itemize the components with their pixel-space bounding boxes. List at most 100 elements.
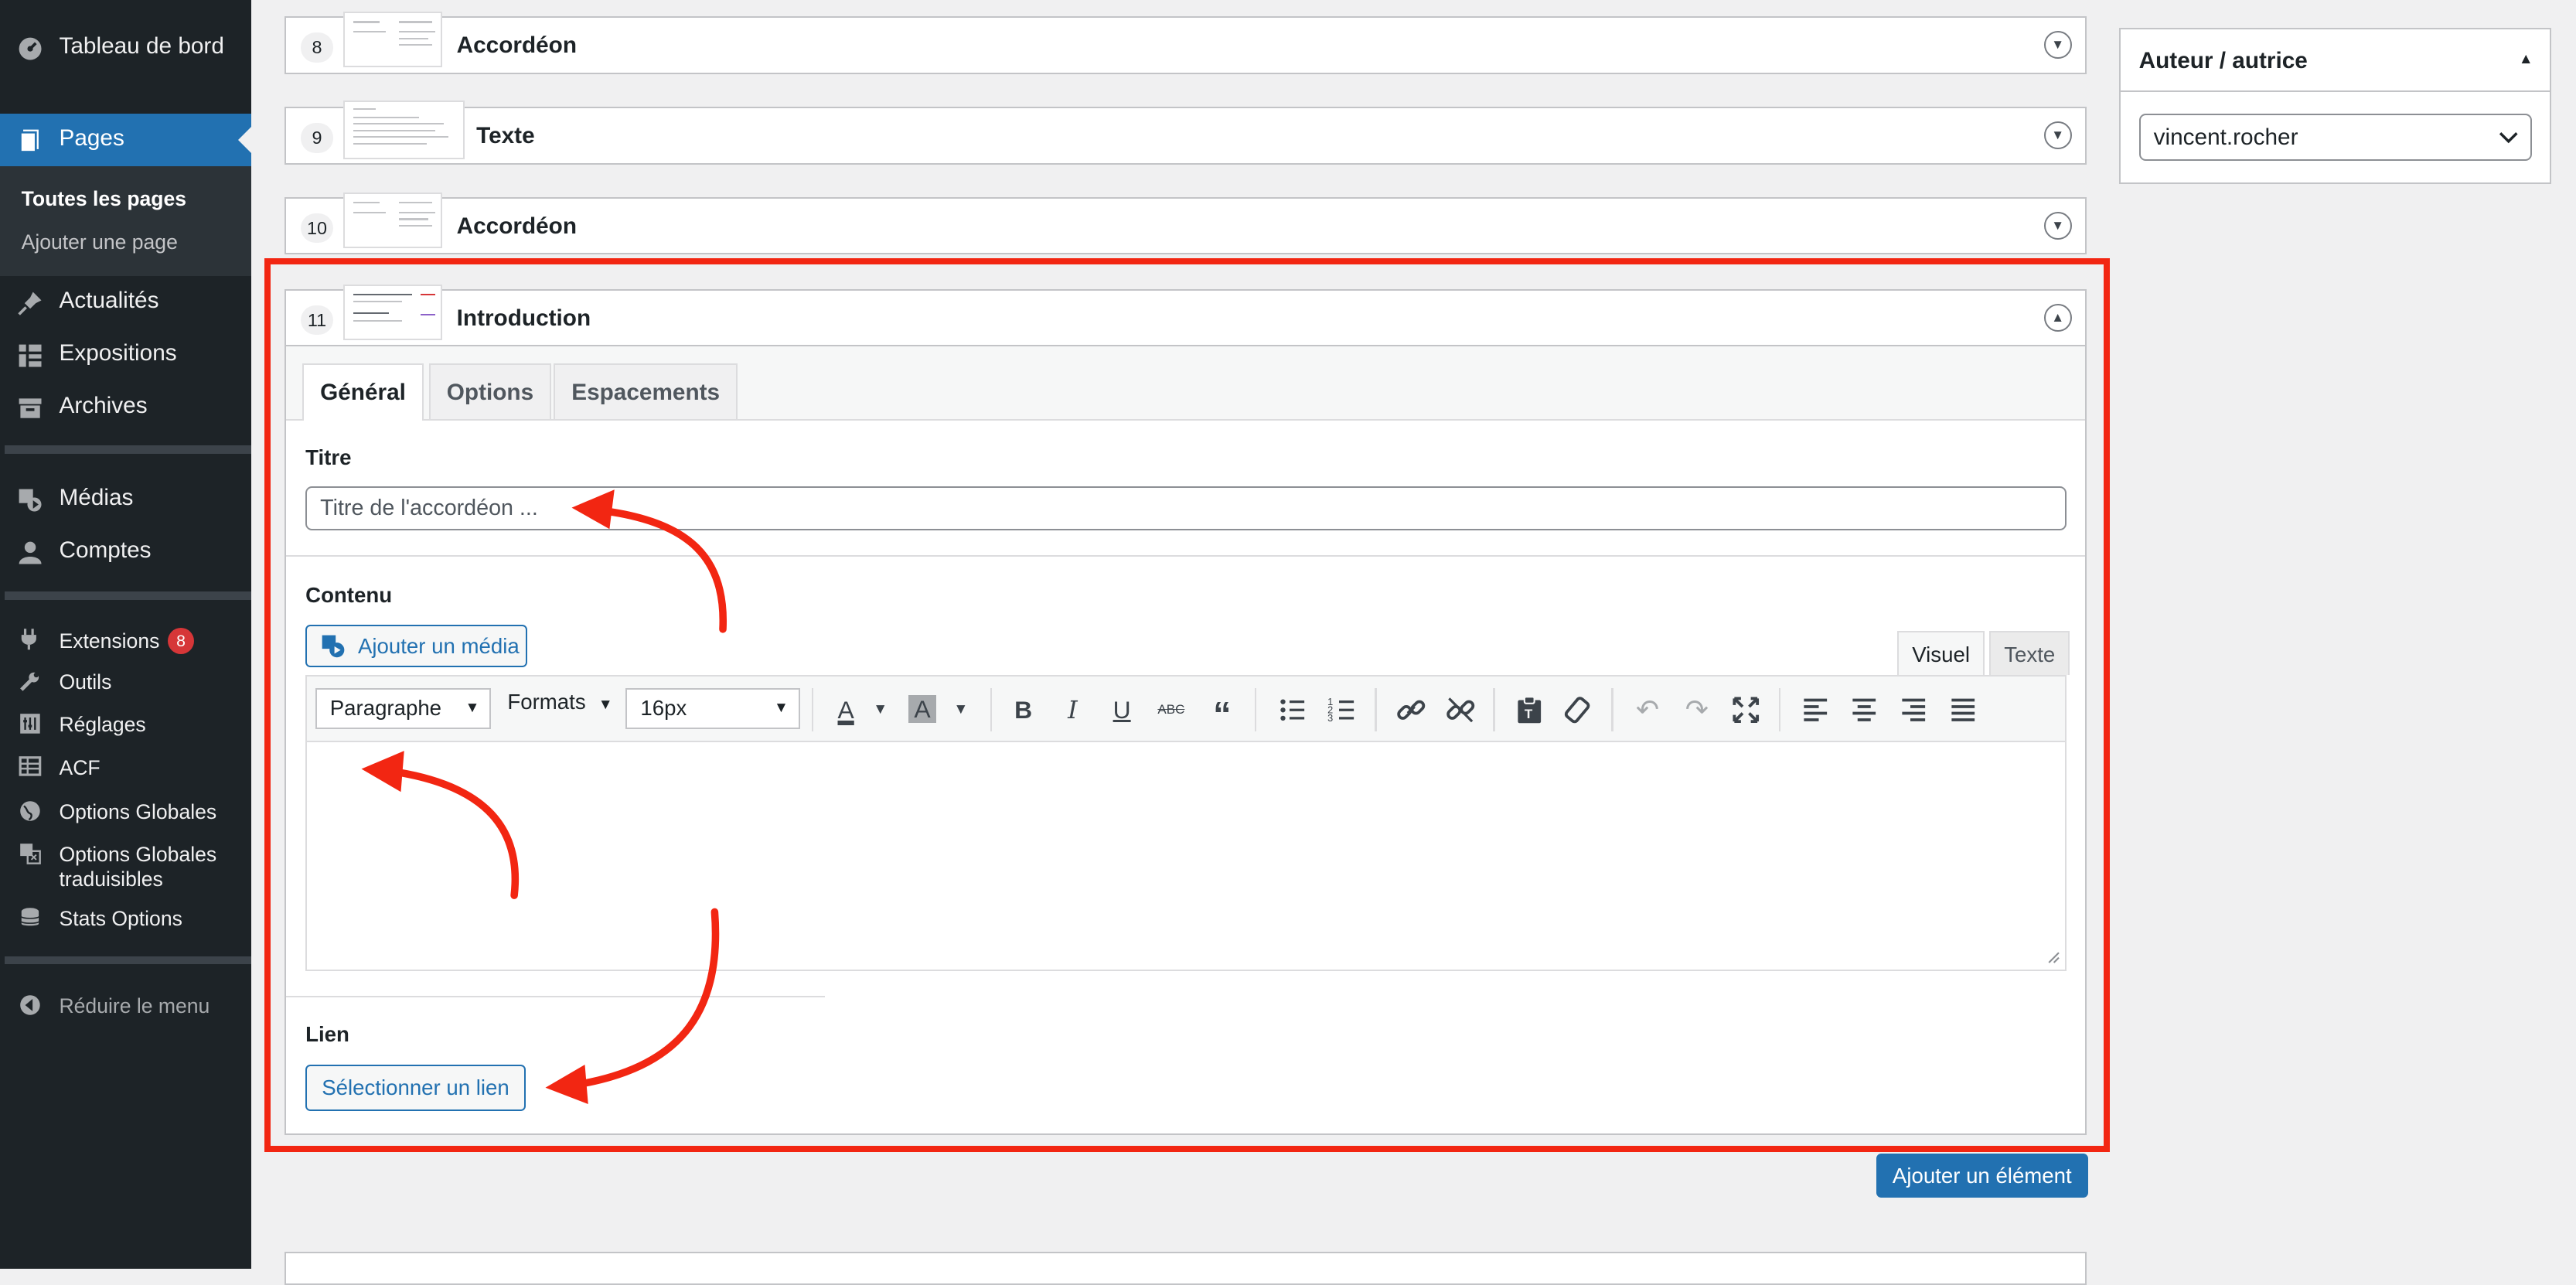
blockquote-icon[interactable]: “ bbox=[1206, 694, 1239, 735]
svg-text:T: T bbox=[1525, 707, 1533, 721]
title-field-label: Titre bbox=[305, 445, 352, 469]
menu-stats-options[interactable]: Stats Options bbox=[0, 897, 251, 939]
font-size-select[interactable]: 16px ▼ bbox=[625, 688, 800, 730]
menu-global-options-translatable[interactable]: Options Globales traduisibles bbox=[0, 833, 251, 898]
align-center-icon[interactable] bbox=[1848, 694, 1881, 727]
menu-dashboard[interactable]: Tableau de bord bbox=[0, 22, 251, 74]
formats-menu[interactable]: Formats ▼ bbox=[507, 690, 612, 714]
chevron-down-icon[interactable]: ▼ bbox=[2043, 212, 2072, 240]
layout-thumbnail bbox=[343, 100, 465, 159]
menu-separator bbox=[5, 956, 252, 965]
layout-thumbnail bbox=[343, 11, 442, 67]
add-element-button[interactable]: Ajouter un élément bbox=[1876, 1153, 2088, 1198]
layout-title: Accordéon bbox=[456, 213, 578, 240]
add-media-label: Ajouter un média bbox=[358, 634, 520, 659]
settings-sliders-icon bbox=[20, 714, 41, 734]
layout-order-number: 10 bbox=[300, 213, 334, 244]
editor-tab-text[interactable]: Texte bbox=[1989, 631, 2070, 676]
menu-accounts[interactable]: Comptes bbox=[0, 526, 251, 578]
chevron-down-icon bbox=[2499, 131, 2518, 143]
menu-tools[interactable]: Outils bbox=[0, 660, 251, 703]
add-media-button[interactable]: Ajouter un média bbox=[305, 624, 527, 667]
undo-icon[interactable]: ↶ bbox=[1631, 694, 1665, 727]
select-link-button[interactable]: Sélectionner un lien bbox=[305, 1065, 526, 1111]
chevron-up-icon[interactable]: ▲ bbox=[2043, 304, 2072, 332]
fullscreen-icon[interactable] bbox=[1729, 694, 1763, 727]
globe-icon bbox=[20, 800, 41, 821]
chevron-down-icon[interactable]: ▼ bbox=[2043, 121, 2072, 150]
layout-row[interactable]: 9 Texte ▼ bbox=[284, 100, 2087, 165]
menu-stats-options-label: Stats Options bbox=[59, 907, 182, 930]
layout-row[interactable]: 10 Accordéon ▼ bbox=[284, 192, 2087, 255]
menu-archives[interactable]: Archives bbox=[0, 381, 251, 434]
formats-menu-label: Formats bbox=[507, 690, 586, 714]
editor-tab-visual[interactable]: Visuel bbox=[1897, 631, 1985, 676]
align-justify-icon[interactable] bbox=[1947, 694, 1980, 727]
unlink-icon[interactable] bbox=[1444, 694, 1477, 727]
collapse-triangle-icon[interactable]: ▲ bbox=[2519, 51, 2533, 68]
bold-icon[interactable]: B bbox=[1007, 694, 1040, 727]
align-left-icon[interactable] bbox=[1799, 694, 1832, 727]
table-icon bbox=[19, 756, 42, 777]
author-select-value: vincent.rocher bbox=[2153, 124, 2298, 150]
menu-global-options[interactable]: Options Globales bbox=[0, 790, 251, 833]
block-format-select[interactable]: Paragraphe ▼ bbox=[315, 688, 492, 730]
submenu-add-page[interactable]: Ajouter une page bbox=[22, 230, 178, 254]
bullet-list-icon[interactable] bbox=[1276, 694, 1310, 727]
layout-order-number: 8 bbox=[300, 32, 334, 63]
title-input[interactable] bbox=[305, 486, 2067, 531]
link-icon[interactable] bbox=[1395, 694, 1428, 727]
layout-order-number: 9 bbox=[300, 123, 334, 153]
clear-formatting-icon[interactable] bbox=[1562, 694, 1596, 727]
pages-icon bbox=[19, 129, 39, 153]
layout-row-expanded-header[interactable]: 11 Introduction ▲ bbox=[284, 284, 2087, 347]
layout-title: Introduction bbox=[456, 305, 591, 332]
numbered-list-icon[interactable]: 123 bbox=[1326, 694, 1359, 727]
database-icon bbox=[21, 908, 40, 926]
underline-icon[interactable]: U bbox=[1106, 694, 1139, 727]
background-color-icon[interactable]: A bbox=[908, 694, 936, 723]
menu-expositions[interactable]: Expositions bbox=[0, 329, 251, 381]
collapse-menu-label: Réduire le menu bbox=[59, 994, 210, 1017]
menu-media[interactable]: Médias bbox=[0, 473, 251, 526]
caret-down-icon[interactable]: ▼ bbox=[945, 694, 978, 727]
align-right-icon[interactable] bbox=[1897, 694, 1930, 727]
caret-down-icon[interactable]: ▼ bbox=[864, 694, 898, 727]
menu-posts-label: Actualités bbox=[59, 287, 159, 313]
tab-spacings[interactable]: Espacements bbox=[554, 363, 738, 419]
submenu-all-pages[interactable]: Toutes les pages bbox=[22, 187, 186, 211]
layout-fields-panel: Général Options Espacements Titre Conten… bbox=[284, 346, 2087, 1136]
menu-dashboard-label: Tableau de bord bbox=[59, 32, 224, 59]
paste-text-icon[interactable]: T bbox=[1513, 694, 1546, 727]
menu-settings[interactable]: Réglages bbox=[0, 704, 251, 746]
menu-separator bbox=[5, 445, 252, 454]
menu-posts[interactable]: Actualités bbox=[0, 276, 251, 329]
menu-accounts-label: Comptes bbox=[59, 537, 152, 563]
tab-options[interactable]: Options bbox=[428, 363, 552, 419]
author-select[interactable]: vincent.rocher bbox=[2138, 113, 2532, 162]
pages-submenu: Toutes les pages Ajouter une page bbox=[0, 165, 252, 276]
author-metabox-header[interactable]: Auteur / autrice ▲ bbox=[2121, 29, 2550, 92]
collapse-menu-button[interactable]: Réduire le menu bbox=[0, 984, 251, 1027]
resize-handle-icon[interactable] bbox=[2046, 949, 2060, 964]
strikethrough-icon[interactable]: ABC bbox=[1155, 694, 1188, 727]
author-metabox: Auteur / autrice ▲ vincent.rocher bbox=[2119, 28, 2552, 184]
redo-icon[interactable]: ↷ bbox=[1681, 694, 1714, 727]
next-metabox bbox=[284, 1252, 2087, 1285]
text-color-icon[interactable]: A bbox=[830, 694, 863, 727]
layout-row[interactable]: 8 Accordéon ▼ bbox=[284, 11, 2087, 74]
menu-extensions[interactable]: Extensions 8 bbox=[0, 618, 251, 660]
italic-icon[interactable]: I bbox=[1056, 694, 1089, 727]
menu-archives-label: Archives bbox=[59, 392, 148, 418]
chevron-down-icon[interactable]: ▼ bbox=[2043, 31, 2072, 60]
layout-order-number: 11 bbox=[300, 305, 334, 336]
wrench-icon bbox=[20, 672, 39, 691]
menu-global-options-translatable-label: Options Globales bbox=[59, 843, 217, 867]
caret-down-icon: ▼ bbox=[465, 700, 480, 717]
editor-content-area[interactable] bbox=[307, 742, 2065, 970]
archive-icon bbox=[19, 398, 42, 418]
block-format-value: Paragraphe bbox=[329, 696, 442, 721]
tab-general[interactable]: Général bbox=[302, 363, 424, 421]
menu-pages[interactable]: Pages bbox=[0, 113, 252, 166]
menu-acf[interactable]: ACF bbox=[0, 746, 251, 789]
